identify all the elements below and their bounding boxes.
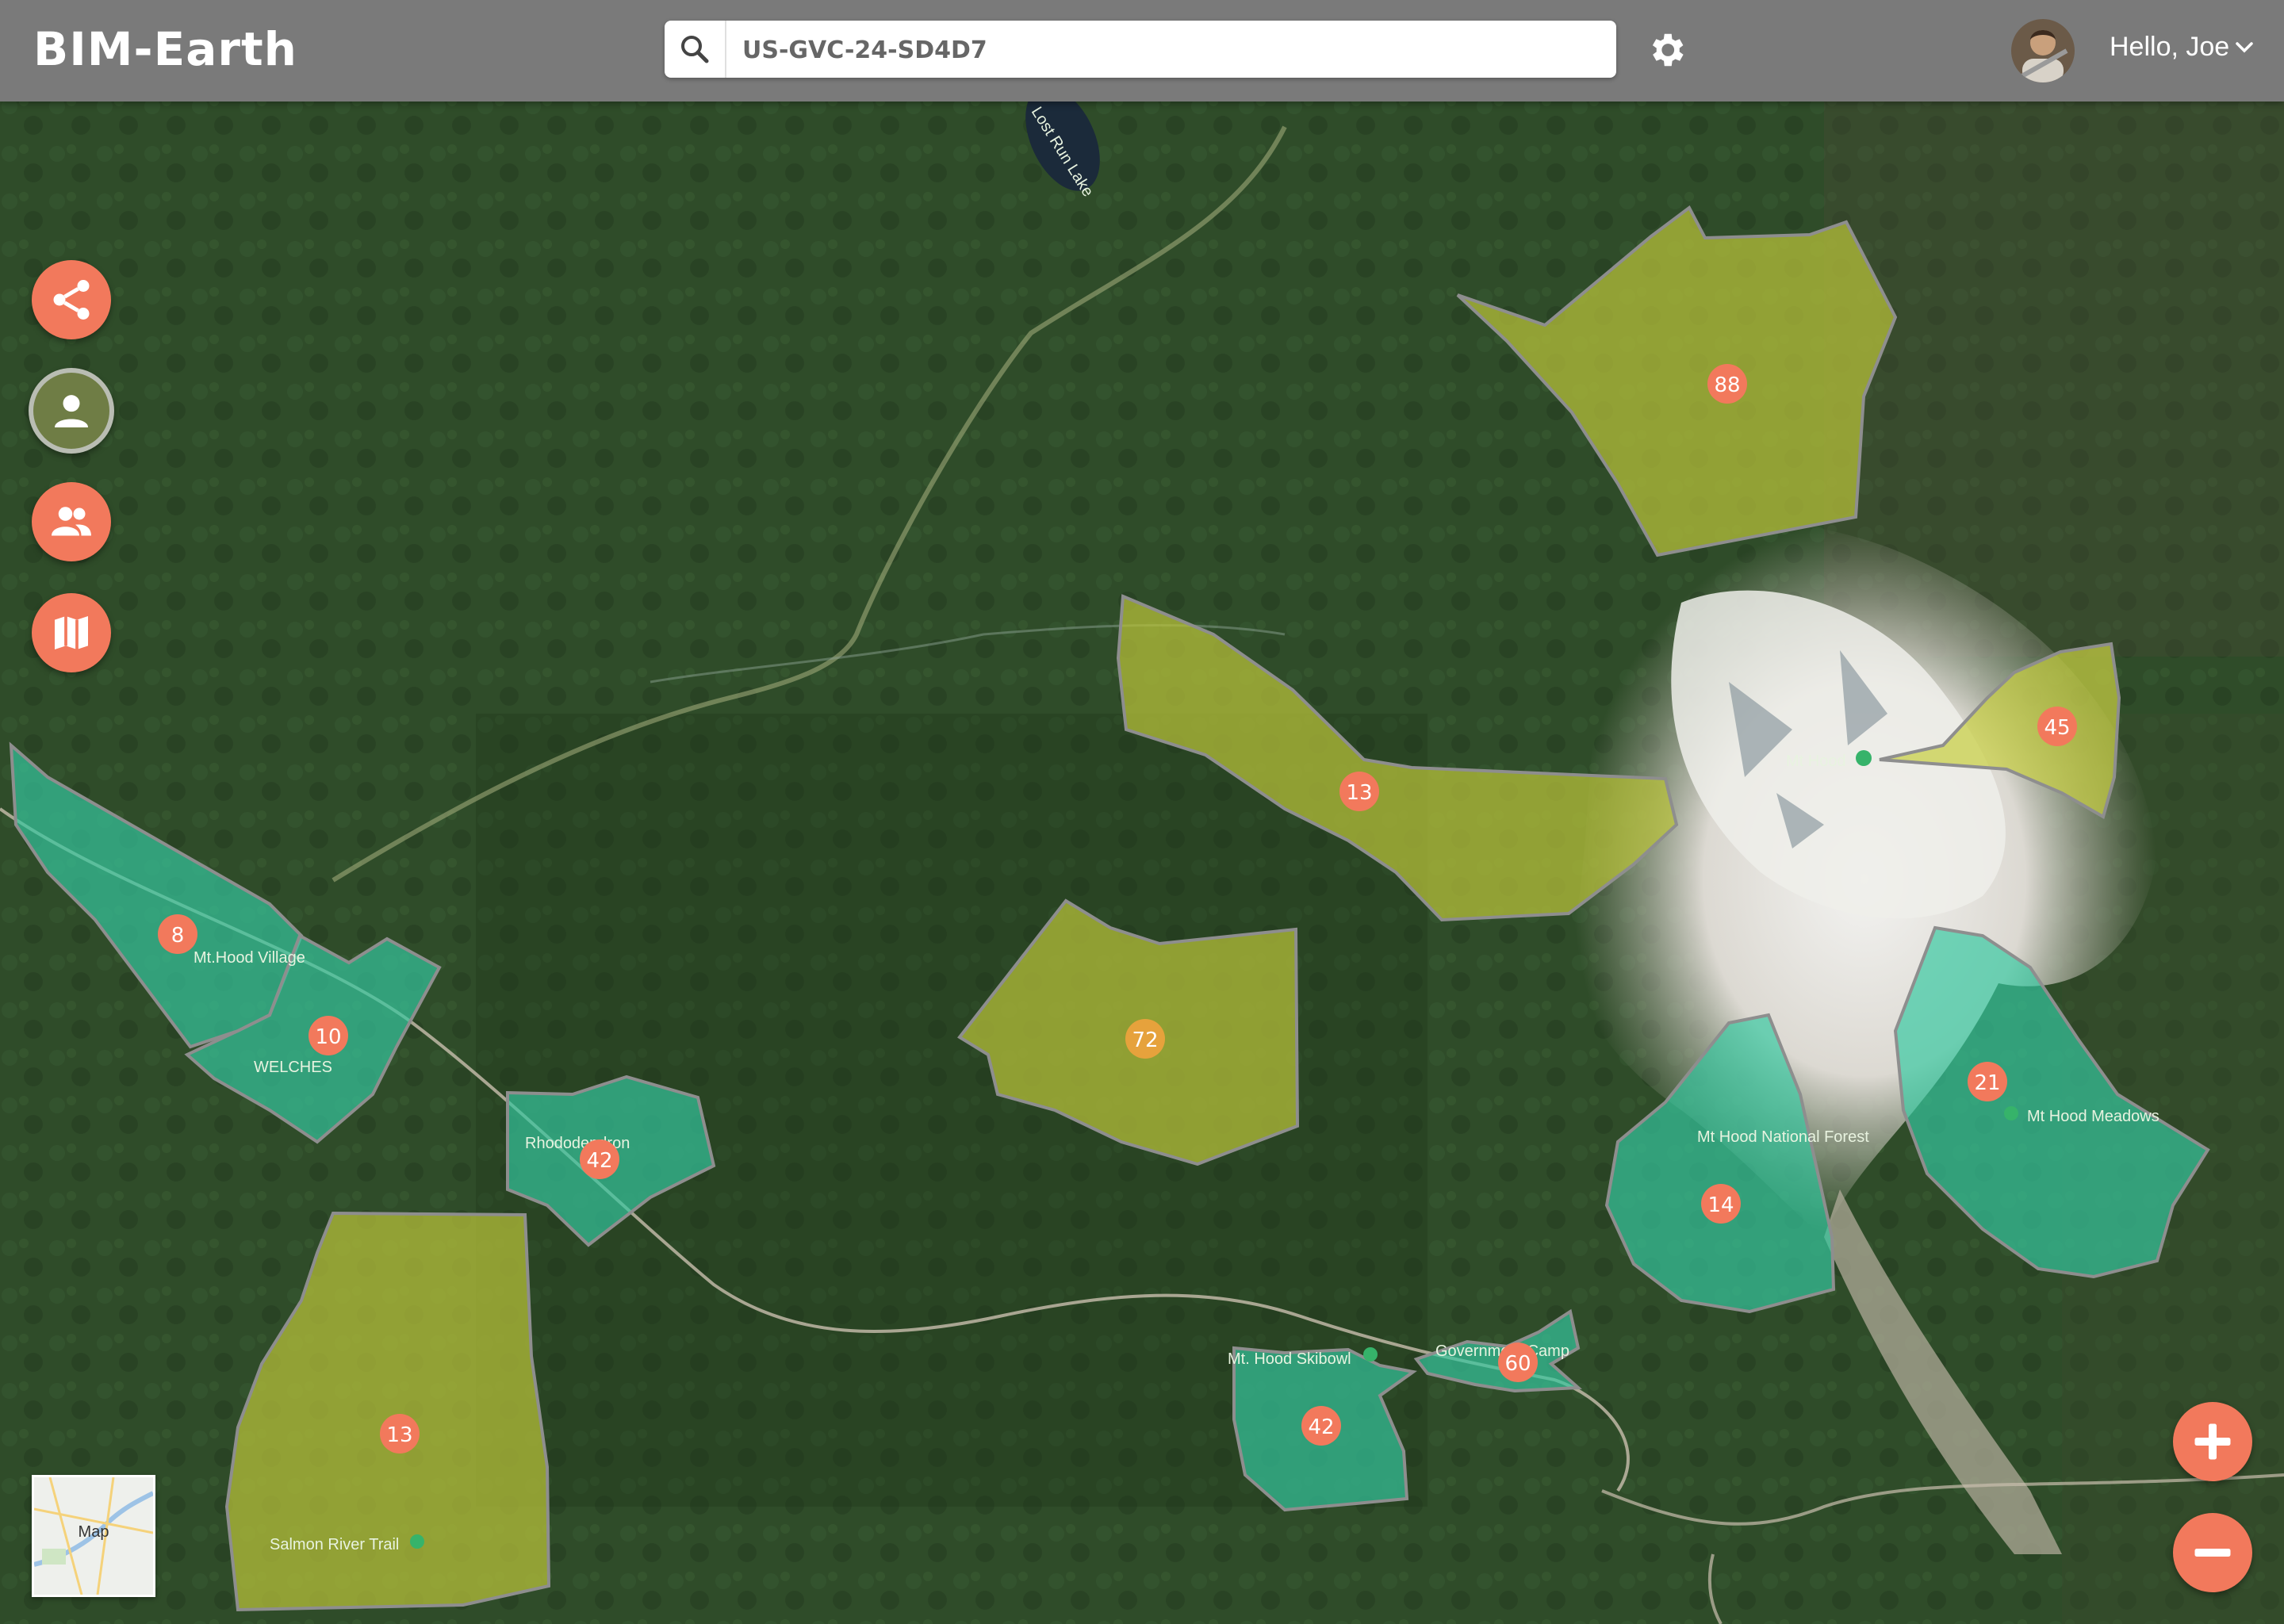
avatar[interactable]	[2011, 19, 2075, 82]
basemap-switcher[interactable]: Map	[32, 1475, 155, 1597]
minus-icon	[2194, 1549, 2231, 1557]
zone-count: 45	[2044, 716, 2070, 740]
zone-marker-21[interactable]: 21	[1968, 1062, 2007, 1101]
zone-count: 10	[315, 1025, 341, 1049]
zone-count: 13	[1346, 781, 1372, 805]
chevron-down-icon[interactable]	[2235, 41, 2254, 58]
profile-button[interactable]	[29, 368, 114, 454]
basemap-label: Map	[78, 1523, 109, 1541]
map-layers-button[interactable]	[32, 593, 111, 672]
zone-count: 42	[586, 1149, 612, 1173]
place-label: Mt. Hood Skibowl	[1228, 1350, 1351, 1368]
zone-marker-13b[interactable]: 13	[380, 1414, 420, 1454]
zone-marker-13a[interactable]: 13	[1339, 772, 1379, 811]
group-icon	[52, 507, 91, 536]
zone-count: 8	[171, 924, 185, 948]
poi-pin-icon	[1363, 1347, 1378, 1362]
map-canvas[interactable]: Lost Run Lake Mt Hood Mt.Hood Village WE…	[0, 0, 2284, 1624]
place-label: WELCHES	[254, 1059, 332, 1076]
share-icon	[53, 280, 90, 320]
gear-icon[interactable]	[1645, 29, 1688, 71]
place-label: Salmon River Trail	[270, 1536, 399, 1553]
place-label: Mt Hood	[1786, 753, 1846, 770]
place-label: Mt Hood National Forest	[1697, 1128, 1869, 1146]
zone-count: 14	[1707, 1193, 1734, 1217]
zoom-in-button[interactable]	[2173, 1402, 2252, 1481]
zone-marker-42a[interactable]: 42	[580, 1139, 619, 1179]
place-label: Mt.Hood Village	[194, 949, 305, 967]
zone-count: 21	[1974, 1071, 2000, 1095]
search-bar	[665, 21, 1616, 78]
person-icon	[55, 395, 88, 427]
place-label: Mt Hood Meadows	[2027, 1108, 2159, 1125]
zone-marker-60[interactable]: 60	[1498, 1342, 1538, 1382]
zone-marker-45[interactable]: 45	[2037, 707, 2077, 746]
zone-marker-42b[interactable]: 42	[1301, 1406, 1341, 1446]
map-icon	[55, 616, 88, 649]
top-bar: BIM-Earth Hello, Joe	[0, 0, 2284, 102]
zone-count: 42	[1308, 1415, 1334, 1439]
share-button[interactable]	[32, 260, 111, 339]
poi-pin-icon	[1856, 750, 1872, 766]
search-icon[interactable]	[665, 21, 726, 78]
zone-marker-72[interactable]: 72	[1125, 1019, 1165, 1059]
zone-marker-10[interactable]: 10	[308, 1016, 348, 1055]
zone-count: 13	[386, 1423, 412, 1447]
zone-count: 72	[1132, 1028, 1158, 1052]
plus-icon	[2194, 1423, 2231, 1460]
zone-marker-88[interactable]: 88	[1707, 364, 1747, 404]
zone-count: 60	[1504, 1352, 1531, 1376]
user-greeting[interactable]: Hello, Joe	[2110, 32, 2229, 63]
zoom-out-button[interactable]	[2173, 1513, 2252, 1592]
poi-pin-icon	[410, 1534, 424, 1549]
zone-marker-14[interactable]: 14	[1701, 1184, 1741, 1224]
poi-pin-icon	[2004, 1106, 2018, 1120]
zone-marker-8[interactable]: 8	[158, 914, 197, 954]
search-input[interactable]	[741, 32, 1600, 68]
app-logo[interactable]: BIM-Earth	[33, 22, 297, 76]
zone-count: 88	[1714, 373, 1740, 397]
group-button[interactable]	[32, 482, 111, 561]
